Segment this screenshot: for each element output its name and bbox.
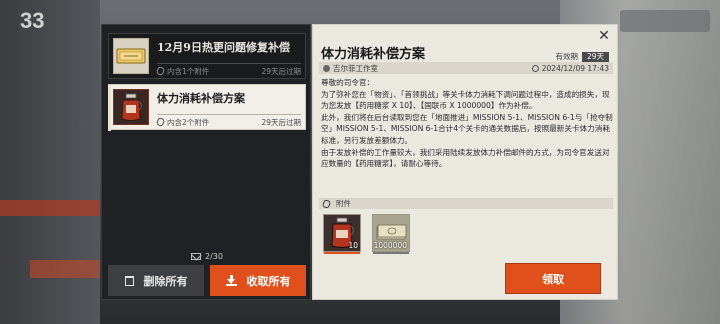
mail-date: 2024/12/09 17:43 [541, 63, 609, 73]
mail-title: 体力消耗补偿方案 [157, 92, 245, 105]
drink-can-icon [113, 89, 149, 125]
trash-icon [124, 275, 134, 286]
mail-meta-bar: 吉尔菲工作室 2024/12/09 17:43 [319, 62, 613, 74]
ticket-icon [113, 38, 149, 74]
attachments-header: 附件 [319, 198, 613, 209]
close-button[interactable]: ✕ [597, 29, 611, 43]
attachments-label: 附件 [336, 199, 351, 208]
claim-button[interactable]: 领取 [505, 263, 601, 294]
paperclip-icon [155, 66, 166, 76]
mail-list-panel: 12月9日热更问题修复补偿 内含1个附件 29天后过期 体力消耗补偿方案 内含2… [101, 24, 311, 300]
claim-label: 领取 [542, 272, 564, 286]
mail-count-value: 2/30 [205, 251, 223, 261]
mail-body-paragraph: 由于发放补偿的工作量较大，我们采用陆续发放体力补偿邮件的方式，为司令官发送对应数… [321, 147, 610, 169]
mail-expiry: 29天后过期 [261, 67, 301, 76]
attachment-item-currency[interactable]: 1000000 [372, 214, 410, 254]
mail-detail-panel: ✕ 体力消耗补偿方案 有效期 29天 吉尔菲工作室 2024/12/09 17:… [312, 24, 618, 300]
validity-days: 29天 [581, 51, 609, 62]
mail-body-paragraph: 为了弥补您在「物资」、「首领挑战」等关卡体力消耗下调问题过程中，造成的损失，现为… [321, 89, 610, 111]
sender-icon [323, 64, 330, 72]
download-icon [225, 275, 237, 286]
mail-detail-title: 体力消耗补偿方案 [321, 47, 426, 62]
mail-body-paragraph: 尊敬的司令官： [321, 78, 375, 87]
validity: 有效期 29天 [555, 51, 609, 62]
mail-title: 12月9日热更问题修复补偿 [157, 41, 290, 54]
mail-attachment-count: 内含2个附件 [155, 117, 209, 128]
mail-body-paragraph: 此外，我们将在后台读取到您在「地面推进」MISSION 5-1、MISSION … [321, 112, 613, 145]
delete-all-button[interactable]: 删除所有 [108, 265, 204, 296]
mail-list-item[interactable]: 12月9日热更问题修复补偿 内含1个附件 29天后过期 [108, 33, 306, 79]
mail-body: 尊敬的司令官： 为了弥补您在「物资」、「首领挑战」等关卡体力消耗下调问题过程中，… [321, 77, 613, 170]
clock-icon [531, 64, 539, 72]
close-icon: ✕ [598, 28, 610, 44]
mail-list-item-selected[interactable]: 体力消耗补偿方案 内含2个附件 29天后过期 [108, 84, 306, 131]
mail-count: 2/30 [108, 249, 306, 263]
attachment-qty: 1000000 [373, 241, 407, 250]
mail-attachment-count: 内含1个附件 [155, 66, 209, 77]
paperclip-icon [321, 198, 332, 209]
paperclip-icon [155, 117, 166, 127]
envelope-icon [191, 252, 202, 260]
collect-all-button[interactable]: 收取所有 [210, 265, 306, 296]
attachment-item-syrup[interactable]: 10 [323, 214, 361, 254]
mail-expiry: 29天后过期 [261, 118, 301, 127]
sender-name: 吉尔菲工作室 [333, 63, 378, 73]
collect-all-label: 收取所有 [246, 274, 291, 288]
attachment-qty: 10 [348, 241, 358, 250]
delete-all-label: 删除所有 [143, 274, 188, 288]
validity-label: 有效期 [555, 52, 578, 61]
player-level: 33 [20, 8, 45, 33]
